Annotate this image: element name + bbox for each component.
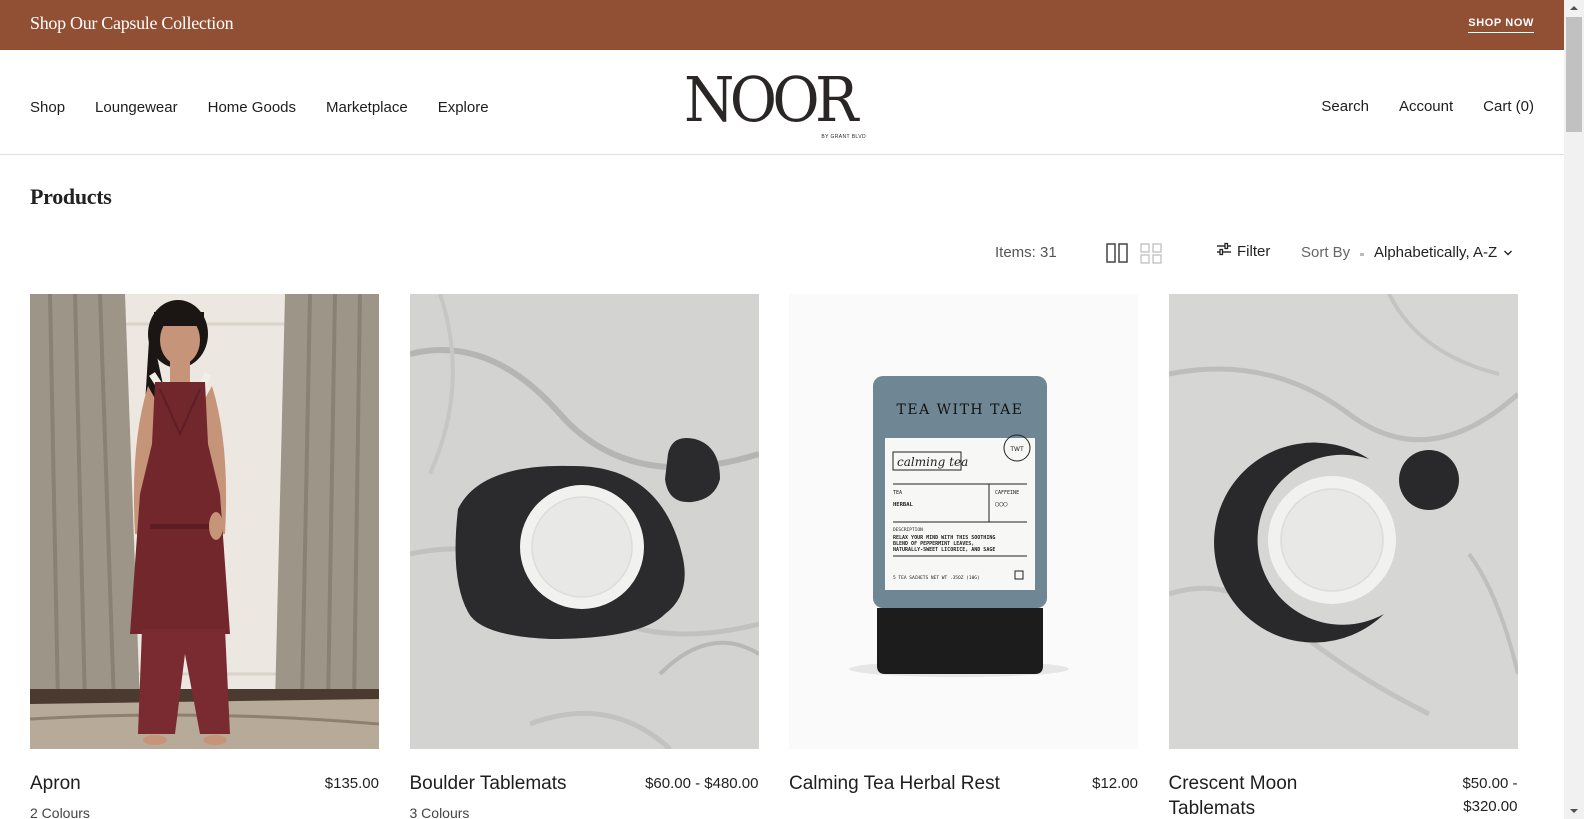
shop-now-link[interactable]: SHOP NOW	[1468, 17, 1534, 33]
grid-4-columns-icon[interactable]	[1140, 242, 1162, 264]
product-name[interactable]: Crescent Moon Tablemats	[1169, 771, 1339, 819]
product-variants: 3 Colours	[409, 805, 470, 819]
scrollbar-thumb[interactable]	[1566, 17, 1582, 132]
scroll-up-arrow-icon[interactable]	[1564, 0, 1584, 17]
tea-type-label: TEA	[893, 490, 902, 496]
product-image-apron[interactable]	[30, 294, 379, 749]
page: Shop Our Capsule Collection SHOP NOW Sho…	[0, 0, 1564, 819]
product-variants: 2 Colours	[30, 805, 90, 819]
tea-caffeine-label: CAFFEINE	[995, 490, 1019, 496]
collection-toolbar: Items: 31 Filter Sort By Alphabetically,…	[0, 240, 1564, 266]
product-name[interactable]: Calming Tea Herbal Rest	[789, 771, 1049, 796]
sort-value: Alphabetically, A-Z	[1374, 244, 1498, 261]
sort-select[interactable]: Alphabetically, A-Z	[1374, 244, 1513, 261]
tea-desc-label: DESCRIPTION	[893, 527, 923, 533]
product-name[interactable]: Apron	[30, 771, 230, 796]
nav-explore[interactable]: Explore	[438, 99, 489, 116]
tea-seal-text: TWT	[1009, 446, 1024, 453]
nav-home-goods[interactable]: Home Goods	[208, 99, 296, 116]
tea-brand-text: TEA WITH TAE	[897, 402, 1024, 418]
search-link[interactable]: Search	[1321, 98, 1369, 115]
grid-2-columns-icon[interactable]	[1106, 242, 1128, 264]
sort-label: Sort By	[1301, 244, 1351, 261]
nav-shop[interactable]: Shop	[30, 99, 65, 116]
product-image-calming-tea[interactable]: TEA WITH TAE calming tea TWT TEA HERBAL …	[789, 294, 1138, 749]
cart-link[interactable]: Cart (0)	[1483, 98, 1534, 115]
filter-label: Filter	[1237, 242, 1271, 260]
account-link[interactable]: Account	[1399, 98, 1453, 115]
items-count: Items: 31	[995, 244, 1057, 261]
product-card[interactable]: Crescent Moon Tablemats $50.00 - $320.00	[1168, 294, 1518, 819]
brand-wordmark: NOOR	[684, 63, 858, 136]
announcement-bar: Shop Our Capsule Collection SHOP NOW	[0, 0, 1564, 50]
product-info: Apron $135.00 2 Colours	[30, 749, 379, 819]
product-info: Crescent Moon Tablemats $50.00 - $320.00	[1169, 749, 1518, 819]
tea-weight-text: 5 TEA SACHETS NET WT .35OZ (10G)	[893, 575, 980, 581]
scroll-down-arrow-icon[interactable]	[1564, 802, 1584, 819]
tea-type-value: HERBAL	[893, 502, 914, 508]
main-nav: Shop Loungewear Home Goods Marketplace E…	[30, 99, 489, 116]
page-title: Products	[30, 184, 112, 209]
product-price: $135.00	[324, 775, 379, 792]
nav-loungewear[interactable]: Loungewear	[95, 99, 178, 116]
brand-logo[interactable]: NOOR BY GRANT BLVD	[684, 68, 868, 148]
product-price: $50.00 - $320.00	[1462, 775, 1518, 815]
product-name[interactable]: Boulder Tablemats	[410, 771, 610, 796]
product-price: $60.00 - $480.00	[645, 775, 759, 792]
product-price: $12.00	[1092, 775, 1138, 792]
site-header: Shop Loungewear Home Goods Marketplace E…	[0, 50, 1564, 155]
tea-desc-line: NATURALLY-SWEET LICORICE, AND SAGE	[893, 547, 995, 553]
chevron-down-icon	[1503, 244, 1513, 261]
nav-marketplace[interactable]: Marketplace	[326, 99, 408, 116]
product-card[interactable]: Apron $135.00 2 Colours	[30, 294, 379, 819]
product-card[interactable]: Boulder Tablemats $60.00 - $480.00 3 Col…	[409, 294, 759, 819]
page-scrollbar[interactable]	[1564, 0, 1584, 819]
product-grid: Apron $135.00 2 Colours Boulder Tablemat…	[30, 294, 1518, 819]
product-info: Boulder Tablemats $60.00 - $480.00 3 Col…	[410, 749, 759, 819]
product-card[interactable]: TEA WITH TAE calming tea TWT TEA HERBAL …	[789, 294, 1138, 819]
tea-script-text: calming tea	[897, 455, 968, 469]
product-image-boulder-tablemats[interactable]	[409, 294, 759, 749]
utility-nav: Search Account Cart (0)	[1321, 98, 1534, 115]
sliders-icon	[1216, 242, 1232, 260]
sort-separator	[1360, 253, 1364, 256]
product-info: Calming Tea Herbal Rest $12.00	[789, 749, 1138, 819]
announcement-text[interactable]: Shop Our Capsule Collection	[30, 13, 234, 34]
tea-caffeine-value: ○○○	[995, 500, 1008, 508]
product-image-crescent-moon-tablemats[interactable]	[1168, 294, 1518, 749]
filter-button[interactable]: Filter	[1216, 242, 1270, 260]
brand-tagline: BY GRANT BLVD	[821, 134, 866, 140]
